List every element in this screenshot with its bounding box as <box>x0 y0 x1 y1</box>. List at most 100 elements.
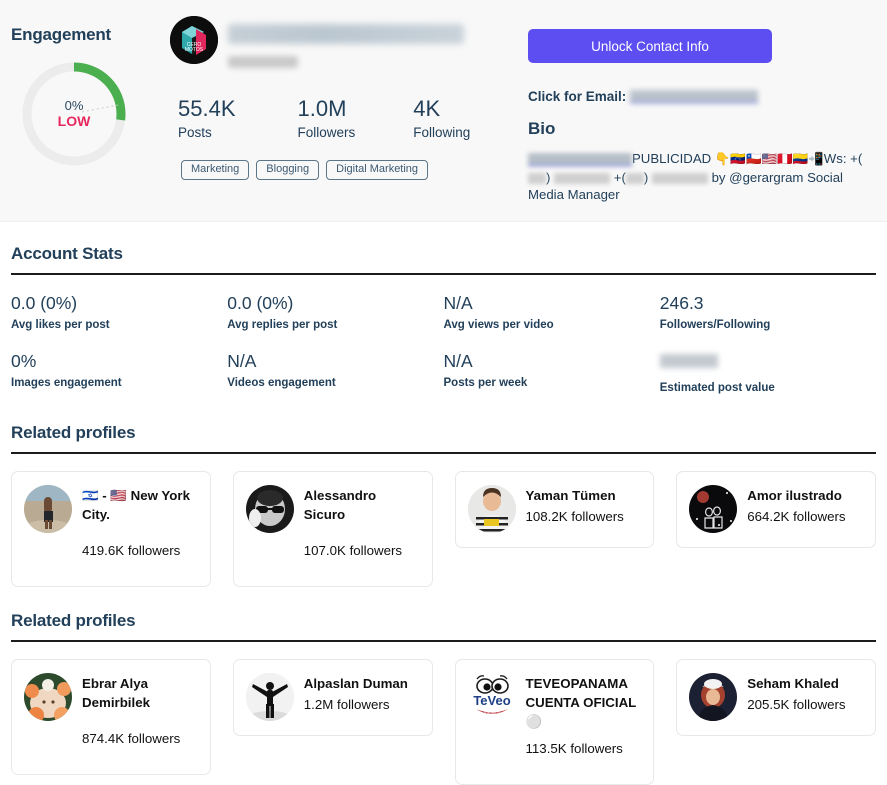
related-profiles-cards-1: 🇮🇱 - 🇺🇸 New York City. 419.6K followers Al… <box>11 471 876 587</box>
related-profiles-divider-1 <box>11 452 876 454</box>
related-profiles-title-2: Related profiles <box>11 611 136 630</box>
bio-ws-label: Ws: <box>823 151 847 166</box>
related-profiles-title-1: Related profiles <box>11 423 136 442</box>
unlock-contact-info-button[interactable]: Unlock Contact Info <box>528 29 772 63</box>
related-profile-avatar[interactable] <box>24 673 72 721</box>
stat-value: 0% <box>11 351 37 371</box>
card-body: Seham Khaled 205.5K followers <box>747 673 863 721</box>
card-body: 🇮🇱 - 🇺🇸 New York City. <box>82 485 198 533</box>
stat-value: 246.3 <box>659 293 704 313</box>
account-stats-title: Account Stats <box>11 244 123 263</box>
stat-label: Videos engagement <box>227 377 336 389</box>
followers-value: 1.0M <box>297 96 347 121</box>
related-profiles-section-2: Related profiles Ebrar Alya Demirbilek 87… <box>0 611 887 785</box>
related-profile-avatar[interactable] <box>467 485 516 533</box>
related-profile-card[interactable]: Alessandro Sicuro 107.0K followers <box>232 471 433 587</box>
card-body: Alessandro Sicuro <box>304 485 420 533</box>
related-profile-card[interactable]: Ebrar Alya Demirbilek 874.4K followers <box>11 659 211 775</box>
related-profile-name: Seham Khaled <box>747 676 839 691</box>
followers-label: Followers <box>297 125 356 140</box>
profile-avatar[interactable]: CERO MOTOS <box>170 16 218 64</box>
stat-cell: N/A Videos engagement <box>227 350 443 396</box>
related-profile-card[interactable]: Seham Khaled 205.5K followers <box>676 659 876 736</box>
bio-close-2: ) <box>643 169 649 185</box>
bio-phone-1-redacted <box>554 172 611 184</box>
related-profile-name: Alpaslan Duman <box>303 676 408 691</box>
related-profile-card[interactable]: TeVeo Panama TEVEOPANAMA CUENTA OFICIAL ⚪ 1… <box>454 659 655 785</box>
click-for-email-row[interactable]: Click for Email: <box>528 89 759 104</box>
card-top: Yaman Tümen 108.2K followers <box>467 485 642 533</box>
tag-blogging[interactable]: Blogging <box>256 160 320 180</box>
card-body: TEVEOPANAMA CUENTA OFICIAL ⚪ <box>526 673 642 731</box>
related-profile-card[interactable]: Amor ilustrado 664.2K followers <box>676 471 876 548</box>
click-for-email-label: Click for Email: <box>528 89 627 104</box>
related-profile-card[interactable]: 🇮🇱 - 🇺🇸 New York City. 419.6K followers <box>11 471 211 587</box>
bio-flags-icon: 👇🇻🇪🇨🇱🇺🇸🇵🇪🇨🇴📲 <box>714 152 824 166</box>
related-profile-name: Yaman Tümen <box>525 488 616 503</box>
tag-digital-marketing[interactable]: Digital Marketing <box>326 160 429 180</box>
stat-label: Avg views per video <box>443 319 554 331</box>
card-body: Ebrar Alya Demirbilek <box>82 673 198 721</box>
engagement-donut: 0% LOW <box>18 58 130 170</box>
card-top: Alessandro Sicuro <box>245 485 420 533</box>
profile-name-redacted <box>228 24 464 44</box>
profile-header: Engagement 0% LOW CERO MOTOS 55.4K Posts <box>0 0 887 222</box>
bio-close-1: ) <box>546 169 551 185</box>
related-profile-avatar[interactable] <box>689 485 738 533</box>
profile-stat-following: 4K Following <box>413 96 470 142</box>
related-profile-followers: 874.4K followers <box>82 731 181 746</box>
profile-avatar-image: CERO MOTOS <box>170 16 218 64</box>
bio-link-redacted[interactable] <box>528 153 632 166</box>
tag-marketing[interactable]: Marketing <box>181 160 250 180</box>
email-value-redacted[interactable] <box>630 90 759 103</box>
related-profile-avatar[interactable] <box>245 673 294 721</box>
stat-label: Avg replies per post <box>227 319 338 331</box>
stat-cell: 0.0 (0%) Avg replies per post <box>227 292 443 333</box>
card-body: Amor ilustrado 664.2K followers <box>747 485 863 533</box>
stat-value: N/A <box>443 351 473 371</box>
stat-value: N/A <box>227 351 257 371</box>
bio-area-code-1-redacted <box>528 172 546 184</box>
card-top: TeVeo Panama TEVEOPANAMA CUENTA OFICIAL ⚪ <box>467 673 642 731</box>
related-profile-avatar[interactable] <box>689 673 738 721</box>
related-profile-card[interactable]: Alpaslan Duman 1.2M followers <box>232 659 433 736</box>
card-top: Seham Khaled 205.5K followers <box>689 673 863 721</box>
stat-label: Followers/Following <box>659 319 771 331</box>
card-body: Alpaslan Duman 1.2M followers <box>304 673 420 721</box>
related-profile-followers: 1.2M followers <box>303 697 390 712</box>
profile-stats-row: 55.4K Posts 1.0M Followers 4K Following <box>178 96 532 142</box>
posts-value: 55.4K <box>178 96 236 121</box>
profile-stat-followers: 1.0M Followers <box>298 96 356 142</box>
stat-cell: N/A Posts per week <box>444 350 660 396</box>
account-stats-grid: 0.0 (0%) Avg likes per post 0.0 (0%) Avg re… <box>11 292 876 413</box>
stat-value: N/A <box>443 293 473 313</box>
donut-center-label: 0% LOW <box>18 98 130 129</box>
stat-cell: 246.3 Followers/Following <box>660 292 876 333</box>
following-label: Following <box>413 125 471 140</box>
stat-label: Images engagement <box>11 377 122 389</box>
related-profiles-divider-2 <box>11 640 876 642</box>
profile-handle-redacted <box>228 56 298 68</box>
account-stats-divider <box>11 273 876 275</box>
engagement-level: LOW <box>57 113 91 129</box>
card-top: Amor ilustrado 664.2K followers <box>689 485 863 533</box>
bio-area-code-2-redacted <box>625 172 644 184</box>
related-profile-name: Amor ilustrado <box>747 488 842 503</box>
related-profile-followers: 108.2K followers <box>525 509 624 524</box>
related-profile-avatar[interactable] <box>24 485 72 533</box>
stat-label: Posts per week <box>443 377 528 389</box>
related-profile-followers: 113.5K followers <box>525 741 623 756</box>
related-profiles-section-1: Related profiles 🇮🇱 - 🇺🇸 New York City. 4… <box>0 423 887 587</box>
bio-heading: Bio <box>528 119 556 138</box>
related-profile-followers: 419.6K followers <box>82 543 181 558</box>
bio-text: PUBLICIDAD 👇🇻🇪🇨🇱🇺🇸🇵🇪🇨🇴📲Ws: +() +() by @g… <box>528 150 878 204</box>
stat-cell: 0.0 (0%) Avg likes per post <box>11 292 227 333</box>
related-profile-card[interactable]: Yaman Tümen 108.2K followers <box>454 471 655 548</box>
stat-value: 0.0 (0%) <box>11 293 78 313</box>
related-profile-avatar[interactable] <box>245 485 294 533</box>
related-profile-name: Alessandro Sicuro <box>303 488 377 522</box>
card-body: Yaman Tümen 108.2K followers <box>526 485 642 533</box>
related-profile-avatar[interactable]: TeVeo Panama <box>467 673 516 721</box>
stat-cell: Estimated post value <box>659 350 876 396</box>
bio-publicidad: PUBLICIDAD <box>632 151 712 166</box>
